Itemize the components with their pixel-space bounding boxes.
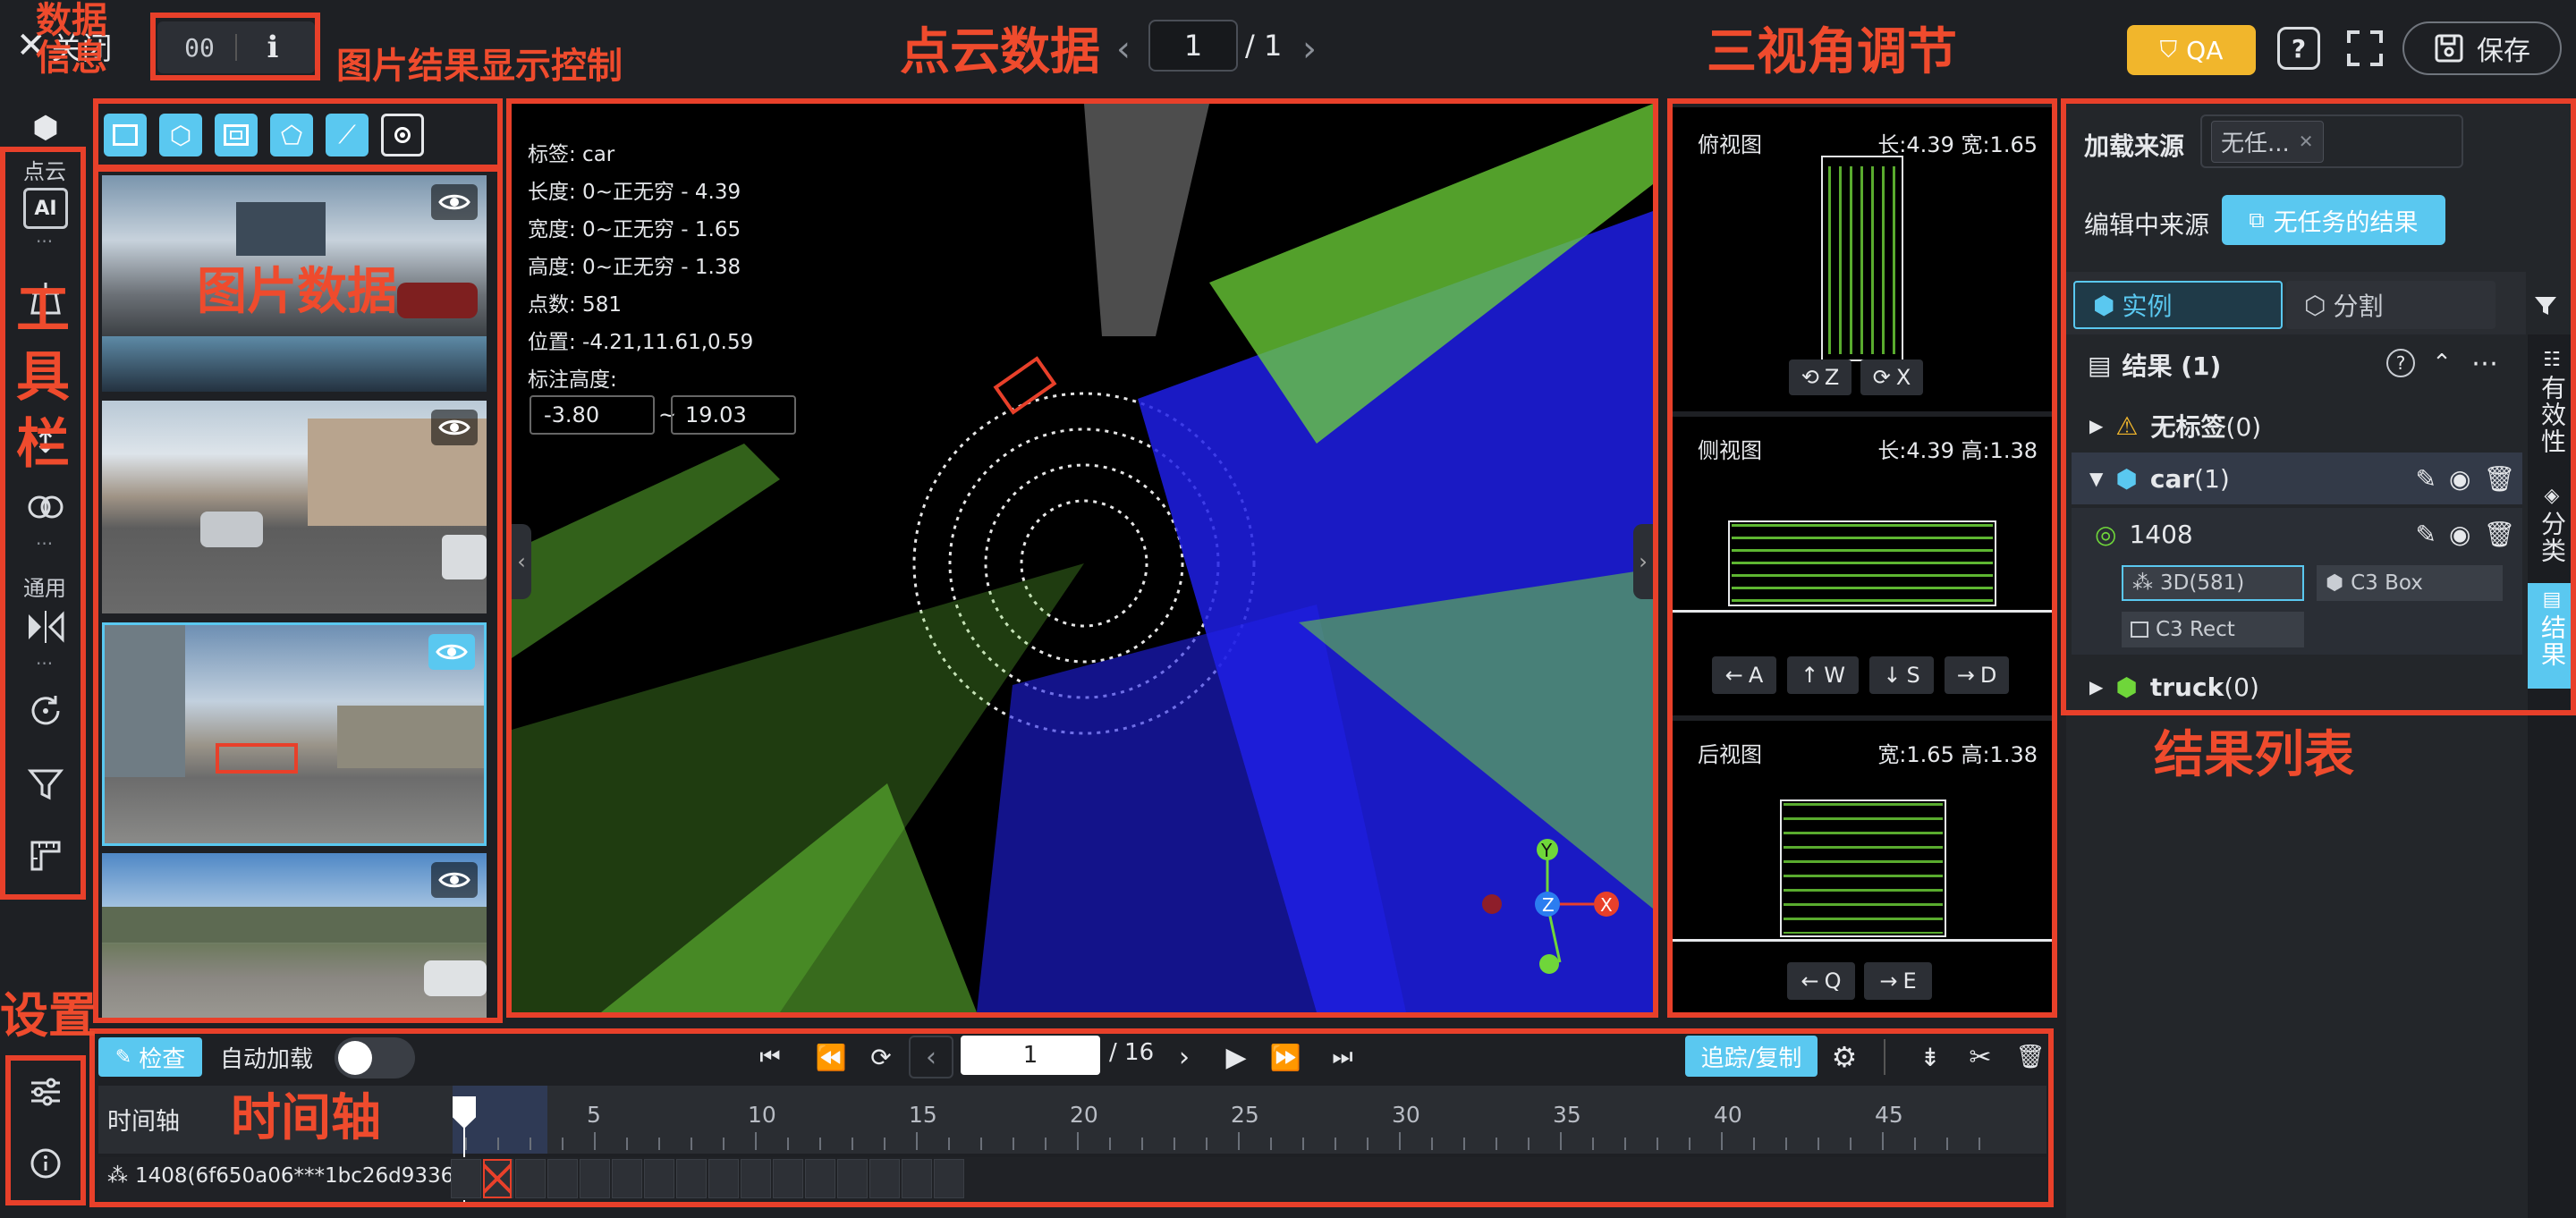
annotation-box-results xyxy=(2061,98,2576,715)
annotation-result-list: 结果列表 xyxy=(2154,726,2354,784)
next-page-button[interactable]: › xyxy=(1293,27,1326,72)
page-input[interactable]: 1 xyxy=(1148,20,1238,72)
annotation-settings: 设置 xyxy=(0,987,97,1044)
save-button[interactable]: 保存 xyxy=(2402,21,2562,75)
page-title-annotation: 点云数据 xyxy=(900,23,1100,81)
fullscreen-button[interactable] xyxy=(2342,25,2388,72)
annotation-three-view: 三视角调节 xyxy=(1707,23,1957,81)
annotation-box-settings xyxy=(5,1055,86,1205)
prev-page-button[interactable]: ‹ xyxy=(1107,27,1140,72)
annotation-box-data-info xyxy=(150,13,320,80)
annotation-box-pointcloud xyxy=(506,98,1658,1018)
annotation-box-timeline xyxy=(89,1028,2054,1207)
annotation-box-image-controls xyxy=(93,98,503,170)
annotation-image-display-ctrl: 图片结果显示控制 xyxy=(336,46,623,87)
annotation-timeline: 时间轴 xyxy=(231,1089,381,1147)
annotation-box-toolbar xyxy=(0,147,86,900)
cube-mode-icon[interactable]: ⬢ xyxy=(25,107,66,148)
fullscreen-icon xyxy=(2347,30,2383,66)
help-button[interactable]: ? xyxy=(2277,27,2320,70)
save-icon xyxy=(2435,34,2463,63)
annotation-box-three-view xyxy=(1667,98,2057,1018)
annotation-data-info: 数据 信息 xyxy=(36,0,107,79)
annotation-toolbar: 工 具 栏 xyxy=(16,279,70,476)
shield-icon: ⛉ xyxy=(2159,36,2178,63)
qa-button[interactable]: ⛉ QA xyxy=(2127,25,2256,75)
annotation-image-data: 图片数据 xyxy=(197,263,397,321)
page-total: / 1 xyxy=(1245,29,1283,63)
